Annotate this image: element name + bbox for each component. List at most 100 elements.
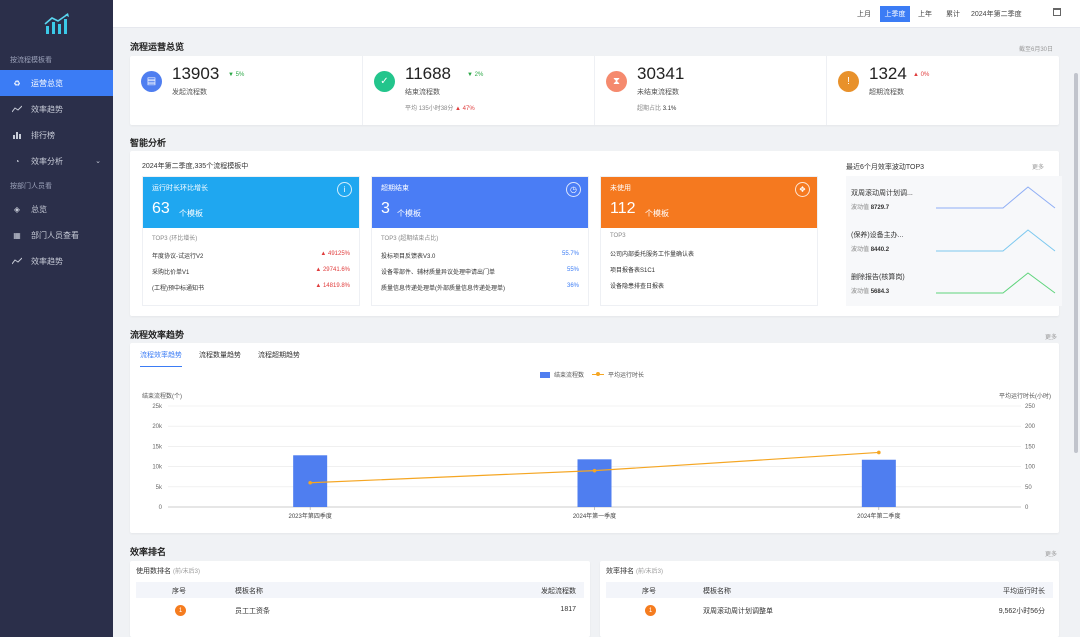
col-header-value: 发起流程数: [541, 588, 576, 595]
overview-title: 流程运营总览: [130, 42, 185, 52]
sidebar-item-dept-trend[interactable]: 效率趋势: [0, 248, 113, 274]
col-header-name: 模板名称: [703, 588, 731, 595]
kpi-trend: ▲ 0%: [913, 72, 930, 78]
analysis-row: 设备零部件、辅材质量异议处理申请出门单 55%: [381, 267, 579, 276]
period-last-year[interactable]: 上年: [913, 6, 937, 22]
analysis-card-unit: 个模板: [645, 209, 669, 218]
kpi-label: 未结束流程数: [637, 89, 679, 96]
row-name: 采购比价单V1: [152, 270, 190, 276]
row-value: 55%: [566, 267, 579, 273]
analysis-card-sub: TOP3: [610, 233, 626, 239]
col-header-rank: 序号: [642, 588, 656, 595]
y-tick-label: 0: [159, 505, 163, 511]
y2-tick-label: 250: [1025, 404, 1036, 410]
y-tick-label: 5k: [156, 485, 163, 491]
sidebar-item-efficiency-trend[interactable]: 效率趋势: [0, 96, 113, 122]
analysis-row: 年度协议-试运行V2 ▲ 49125%: [152, 251, 350, 260]
y2-tick-label: 50: [1025, 485, 1032, 491]
kpi-trend: ▼ 5%: [228, 72, 245, 78]
sidebar-item-efficiency-analysis[interactable]: ◔ 效率分析 ⌄: [0, 148, 113, 174]
efficiency-ranking-card: 效率排名 (前/末后3) 序号 模板名称 平均运行时长 1 双周滚动周计划调整单…: [600, 561, 1059, 637]
analysis-card-title: 运行时长环比增长: [152, 185, 208, 192]
check-icon: ✓: [374, 71, 395, 92]
analysis-card-overdue[interactable]: 超期结束 3 个模板 ◷ TOP3 (超期结束占比) 投标项目反馈表V3.0 55…: [371, 176, 589, 306]
row-name: 年度协议-试运行V2: [152, 254, 204, 260]
kpi-sub-value: 135小时38分: [418, 106, 454, 112]
sidebar-item-dept-people[interactable]: ▦ 部门人员查看: [0, 222, 113, 248]
y-tick-label: 20k: [152, 424, 163, 430]
analysis-card-growth[interactable]: 运行时长环比增长 63 个模板 i TOP3 (环比增长) 年度协议-试运行V2…: [142, 176, 360, 306]
analysis-row: 项目报备表S1C1: [610, 265, 808, 274]
overview-note: 截至6月30日: [1019, 47, 1054, 53]
row-template-name: 双周滚动周计划调整单: [703, 608, 773, 615]
sidebar-item-ranking[interactable]: 排行榜: [0, 122, 113, 148]
table-row[interactable]: 1 员工工资条 1817: [136, 601, 584, 621]
top-bar: 上月 上季度 上年 累计 2024年第二季度: [113, 0, 1080, 28]
efficiency-ranking-title: 效率排名 (前/末后3): [606, 566, 663, 576]
usage-ranking-title: 使用数排名 (前/末后3): [136, 566, 200, 576]
analysis-row: 采购比价单V1 ▲ 29741.6%: [152, 267, 350, 276]
period-cumulative[interactable]: 累计: [941, 6, 965, 22]
analysis-card-header: 超期结束 3 个模板 ◷: [372, 177, 588, 228]
period-last-quarter[interactable]: 上季度: [880, 6, 910, 22]
sidebar: 按流程模板看 ♻ 运营总览 效率趋势 排行榜 ◔ 效率分析 ⌄ 按部门人员看 ◈…: [0, 0, 113, 637]
kpi-card: ▤ 13903 ▼ 5% 发起流程数 ✓ 11688 ▼ 2% 结束流程数 平均…: [130, 56, 1059, 125]
layers-icon: ◈: [13, 204, 21, 214]
row-name: 公司内部委托服务工作量确认表: [610, 252, 695, 258]
cube-icon: ❖: [795, 182, 810, 197]
kpi-label: 结束流程数: [405, 89, 440, 96]
y2-tick-label: 200: [1025, 424, 1036, 430]
table-title-note: (前/末后3): [172, 569, 200, 575]
chart-logo-icon: [43, 13, 69, 34]
analysis-card-title: 超期结束: [381, 185, 409, 192]
building-icon: ▦: [13, 230, 21, 240]
period-last-month[interactable]: 上月: [851, 6, 877, 22]
usage-ranking-card: 使用数排名 (前/末后3) 序号 模板名称 发起流程数 1 员工工资条 1817: [130, 561, 590, 637]
table-title-text: 使用数排名: [136, 568, 171, 575]
analysis-headline: 2024年第二季度,335个流程模板中: [142, 163, 249, 170]
calendar-icon[interactable]: [1053, 8, 1061, 16]
page-scrollbar[interactable]: [1072, 28, 1080, 637]
row-name: 设备零部件、辅材质量异议处理申请出门单: [381, 270, 496, 276]
trend-icon: [12, 256, 22, 266]
kpi-value: 11688: [405, 64, 452, 83]
date-picker-value[interactable]: 2024年第二季度: [971, 6, 1051, 22]
col-header-name: 模板名称: [235, 588, 263, 595]
kpi-finished: ✓ 11688 ▼ 2% 结束流程数 平均 135小时38分 ▲ 47%: [363, 56, 595, 125]
trend-title: 流程效率趋势: [130, 330, 185, 340]
fluctuation-more-link[interactable]: 更多: [1032, 162, 1044, 171]
analysis-row: 质量信息传递处理单(外部质量信息传递处理单) 36%: [381, 283, 579, 292]
analysis-card-unit: 个模板: [179, 209, 203, 218]
kpi-sub-prefix: 平均: [405, 106, 418, 112]
sidebar-item-label: 运营总览: [31, 78, 63, 88]
row-value: 9,562小时56分: [998, 608, 1045, 615]
table-header: 序号 模板名称 发起流程数: [136, 582, 584, 598]
trend-more-link[interactable]: 更多: [1045, 332, 1057, 341]
table-title-text: 效率排名: [606, 568, 634, 575]
scroll-thumb[interactable]: [1074, 73, 1078, 453]
fluctuation-panel: 双周滚动周计划调... 波动值 8729.7 (保养)设备主办... 波动值 8…: [846, 176, 1062, 306]
table-row[interactable]: 1 双周滚动周计划调整单 9,562小时56分: [606, 601, 1053, 621]
row-name: 项目报备表S1C1: [610, 268, 656, 274]
app-logo: [0, 0, 113, 48]
recycle-icon: ♻: [13, 78, 21, 88]
analysis-card-unit: 个模板: [397, 209, 421, 218]
analysis-card-unused[interactable]: 未使用 112 个模板 ❖ TOP3 公司内部委托服务工作量确认表 项目报备表S…: [600, 176, 818, 306]
y-tick-label: 25k: [152, 404, 163, 410]
kpi-overdue: ! 1324 ▲ 0% 超期流程数: [827, 56, 1059, 125]
analysis-card-header: 未使用 112 个模板 ❖: [601, 177, 817, 228]
kpi-label: 发起流程数: [172, 89, 207, 96]
kpi-sub-value: 3.1%: [662, 106, 677, 112]
y2-tick-label: 0: [1025, 505, 1029, 511]
sidebar-group-department: 按部门人员看: [10, 183, 52, 190]
analysis-card-num: 3: [381, 200, 390, 217]
analysis-row: 设备隐患排查日报表: [610, 281, 808, 290]
sidebar-item-overview[interactable]: ♻ 运营总览: [0, 70, 113, 96]
sidebar-group-template: 按流程模板看: [10, 57, 52, 64]
ranking-more-link[interactable]: 更多: [1045, 549, 1057, 558]
sidebar-item-dept-overview[interactable]: ◈ 总览: [0, 196, 113, 222]
row-value: ▲ 49125%: [320, 251, 350, 257]
y2-tick-label: 100: [1025, 465, 1036, 471]
row-name: (工程)预中标通知书: [152, 286, 204, 292]
y-axis-label: 结束流程数(个): [142, 392, 182, 400]
